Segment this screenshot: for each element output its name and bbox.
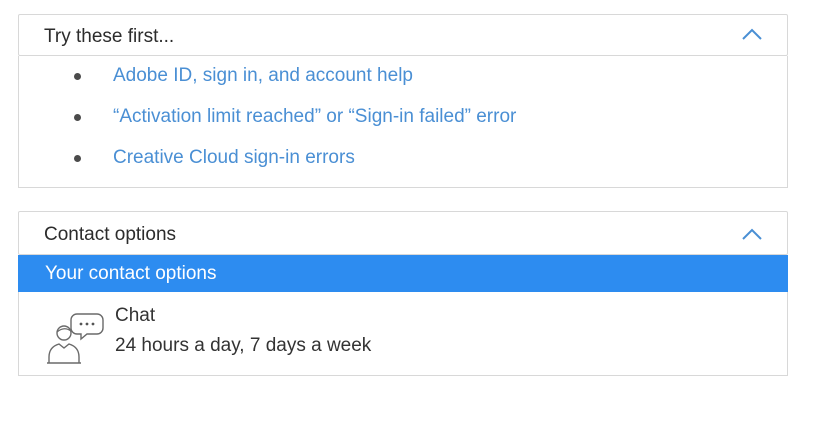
- cc-sign-in-errors-link[interactable]: Creative Cloud sign-in errors: [113, 147, 355, 169]
- try-these-first-panel: Try these first... Adobe ID, sign in, an…: [18, 14, 788, 188]
- list-item: Creative Cloud sign-in errors: [19, 138, 787, 179]
- list-item: Adobe ID, sign in, and account help: [19, 56, 787, 97]
- list-item: “Activation limit reached” or “Sign-in f…: [19, 97, 787, 138]
- activation-limit-link[interactable]: “Activation limit reached” or “Sign-in f…: [113, 106, 516, 128]
- chat-option[interactable]: Chat 24 hours a day, 7 days a week: [19, 292, 787, 375]
- bullet-icon: [74, 73, 81, 80]
- contact-options-subheader: Your contact options: [18, 255, 788, 292]
- chat-label: Chat: [115, 305, 156, 326]
- help-links-list: Adobe ID, sign in, and account help “Act…: [19, 56, 787, 179]
- bullet-icon: [74, 114, 81, 121]
- try-these-first-body: Adobe ID, sign in, and account help “Act…: [18, 56, 788, 188]
- bullet-icon: [74, 155, 81, 162]
- contact-options-body: Chat 24 hours a day, 7 days a week: [18, 292, 788, 376]
- chevron-up-icon[interactable]: [741, 27, 763, 41]
- contact-options-panel: Contact options Your contact options Cha…: [18, 211, 788, 376]
- panel-title: Try these first...: [44, 26, 175, 47]
- chat-person-icon: [47, 313, 104, 364]
- adobe-id-help-link[interactable]: Adobe ID, sign in, and account help: [113, 65, 413, 87]
- chat-availability: 24 hours a day, 7 days a week: [115, 335, 372, 356]
- chevron-up-icon[interactable]: [741, 227, 763, 241]
- panel-title: Contact options: [44, 224, 177, 245]
- try-these-first-header[interactable]: Try these first...: [18, 14, 788, 56]
- contact-options-header[interactable]: Contact options: [18, 211, 788, 255]
